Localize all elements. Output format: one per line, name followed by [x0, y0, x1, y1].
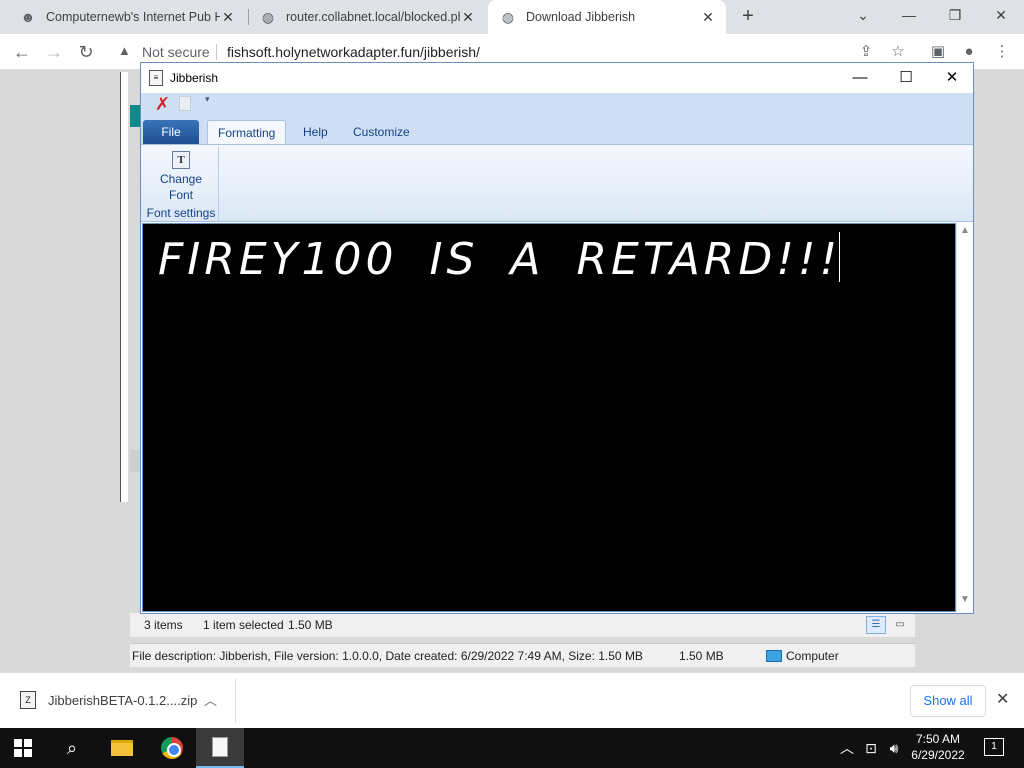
font-settings-group: T Change Font Font settings [143, 147, 219, 221]
globe-icon: ◍ [501, 8, 515, 25]
close-window-icon[interactable]: ✕ [978, 0, 1024, 34]
selected-count: 1 item selected [203, 618, 284, 632]
minimize-icon[interactable]: — [886, 0, 932, 34]
editor-content[interactable]: FIREY100 IS A RETARD!!! [158, 232, 842, 285]
pub-favicon-icon: ☻ [20, 9, 36, 25]
scroll-down-icon[interactable]: ▼ [957, 594, 973, 610]
ribbon-tabs: File Formatting Help Customize [141, 115, 973, 144]
omnibox-divider [216, 44, 217, 60]
downloads-divider [235, 679, 236, 723]
location-label: Computer [766, 649, 839, 663]
taskbar: ⌕ ︿ ⊡ 🔊︎ 7:50 AM 6/29/2022 1 [0, 728, 1024, 768]
tab-search-chevron-icon[interactable]: ⌄ [840, 0, 886, 34]
tab-close-icon[interactable]: ✕ [220, 9, 236, 26]
jibberish-minimize-icon[interactable]: — [837, 63, 883, 93]
font-settings-label: Font settings [146, 206, 216, 220]
new-tab-button[interactable]: + [736, 5, 760, 29]
delete-x-icon[interactable]: ✗ [155, 93, 170, 115]
jibberish-taskbar-button[interactable] [196, 728, 244, 768]
tab-title: router.collabnet.local/blocked.ph [286, 10, 460, 24]
download-options-chevron-icon[interactable]: ︿ [204, 690, 217, 709]
network-icon[interactable]: ⊡ [860, 728, 882, 768]
windows-start-icon[interactable] [14, 739, 32, 757]
jibberish-window: ≡ Jibberish — ☐ ✕ ✗ ▾ File Formatting He… [140, 62, 974, 614]
globe-icon: ◍ [261, 8, 275, 25]
quick-access-toolbar: ✗ ▾ [141, 93, 973, 115]
search-icon[interactable]: ⌕ [60, 736, 84, 760]
computer-icon [766, 650, 782, 662]
taskbar-clock[interactable]: 7:50 AM 6/29/2022 [900, 731, 976, 763]
details-view-icon[interactable]: ☰ [866, 616, 886, 634]
file-explorer-taskbar-button[interactable] [98, 728, 146, 768]
not-secure-label[interactable]: Not secure [142, 44, 210, 60]
chrome-taskbar-button[interactable] [148, 728, 196, 768]
close-downloads-icon[interactable]: ✕ [996, 689, 1009, 709]
jibberish-app-icon[interactable]: ≡ [149, 70, 163, 86]
share-icon[interactable]: ⇪ [854, 40, 878, 64]
zip-file-icon[interactable]: Z [20, 691, 36, 709]
change-font-button[interactable]: T Change Font [147, 149, 215, 203]
explorer-scroll-thumb[interactable] [130, 450, 140, 472]
file-size: 1.50 MB [679, 649, 724, 663]
jibberish-app-icon [212, 737, 228, 757]
jibberish-close-icon[interactable]: ✕ [929, 63, 975, 93]
tab-title: Download Jibberish [526, 10, 636, 24]
selected-size: 1.50 MB [288, 618, 333, 632]
tab-download-jibberish[interactable]: ◍ Download Jibberish ✕ [488, 0, 726, 34]
reload-icon[interactable]: ↻ [74, 40, 98, 64]
tray-chevron-icon[interactable]: ︿ [838, 728, 856, 768]
jibberish-titlebar[interactable]: ≡ Jibberish — ☐ ✕ [141, 63, 973, 93]
clock-date: 6/29/2022 [911, 748, 965, 762]
tab-title: Computernewb's Internet Pub H [46, 10, 220, 24]
notification-center-icon[interactable]: 1 [984, 738, 1004, 756]
folder-icon [111, 740, 133, 756]
chrome-icon [161, 737, 183, 759]
show-all-button[interactable]: Show all [910, 685, 986, 717]
change-font-label-line1: Change [159, 172, 203, 186]
warning-icon[interactable]: ▲ [118, 43, 131, 58]
text-caret [839, 232, 841, 282]
downloads-bar: Z JibberishBETA-0.1.2....zip ︿ Show all … [0, 672, 1024, 728]
text-editor[interactable]: FIREY100 IS A RETARD!!! [142, 223, 956, 612]
new-document-icon[interactable] [179, 96, 191, 111]
customize-qat-chevron-icon[interactable]: ▾ [205, 94, 210, 105]
editor-scrollbar[interactable]: ▲ ▼ [956, 223, 973, 612]
clock-time: 7:50 AM [915, 732, 961, 746]
url-text[interactable]: fishsoft.holynetworkadapter.fun/jibberis… [227, 44, 480, 60]
explorer-details-bar: File description: Jibberish, File versio… [130, 643, 915, 667]
editor-text-value: FIREY100 IS A RETARD!!! [158, 234, 842, 285]
tab-computernewb[interactable]: ☻ Computernewb's Internet Pub H ✕ [8, 0, 246, 34]
restore-icon[interactable]: ❐ [932, 0, 978, 34]
download-file-name[interactable]: JibberishBETA-0.1.2....zip [48, 693, 197, 708]
explorer-status-bar: 3 items 1 item selected 1.50 MB ☰ ▭ [130, 613, 915, 637]
browser-tab-strip: ☻ Computernewb's Internet Pub H ✕ ◍ rout… [0, 0, 1024, 34]
bookmark-star-icon[interactable]: ☆ [886, 40, 910, 64]
tab-help[interactable]: Help [293, 120, 338, 144]
large-icons-view-icon[interactable]: ▭ [890, 616, 910, 634]
font-icon: T [172, 151, 190, 169]
tab-close-icon[interactable]: ✕ [700, 9, 716, 26]
items-count: 3 items [144, 618, 183, 632]
file-description: File description: Jibberish, File versio… [132, 649, 643, 663]
tab-close-icon[interactable]: ✕ [460, 9, 476, 26]
tab-formatting[interactable]: Formatting [207, 120, 287, 144]
ribbon-panel: T Change Font Font settings [141, 144, 973, 222]
tab-file[interactable]: File [143, 120, 199, 144]
explorer-window-edge [120, 72, 128, 502]
explorer-accent-strip [130, 105, 140, 127]
forward-arrow-icon[interactable]: → [42, 40, 66, 64]
jibberish-maximize-icon[interactable]: ☐ [883, 63, 929, 93]
location-text: Computer [786, 649, 839, 663]
side-panel-icon[interactable]: ▣ [926, 40, 950, 64]
back-arrow-icon[interactable]: ← [10, 40, 34, 64]
change-font-label-line2: Font [168, 188, 193, 202]
scroll-up-icon[interactable]: ▲ [957, 225, 973, 241]
jibberish-title: Jibberish [170, 71, 219, 85]
menu-kebab-icon[interactable]: ⋮ [990, 40, 1014, 64]
tab-customize[interactable]: Customize [343, 120, 420, 144]
tab-router-blocked[interactable]: ◍ router.collabnet.local/blocked.ph ✕ [248, 0, 486, 34]
profile-avatar-icon[interactable]: ● [957, 40, 981, 64]
